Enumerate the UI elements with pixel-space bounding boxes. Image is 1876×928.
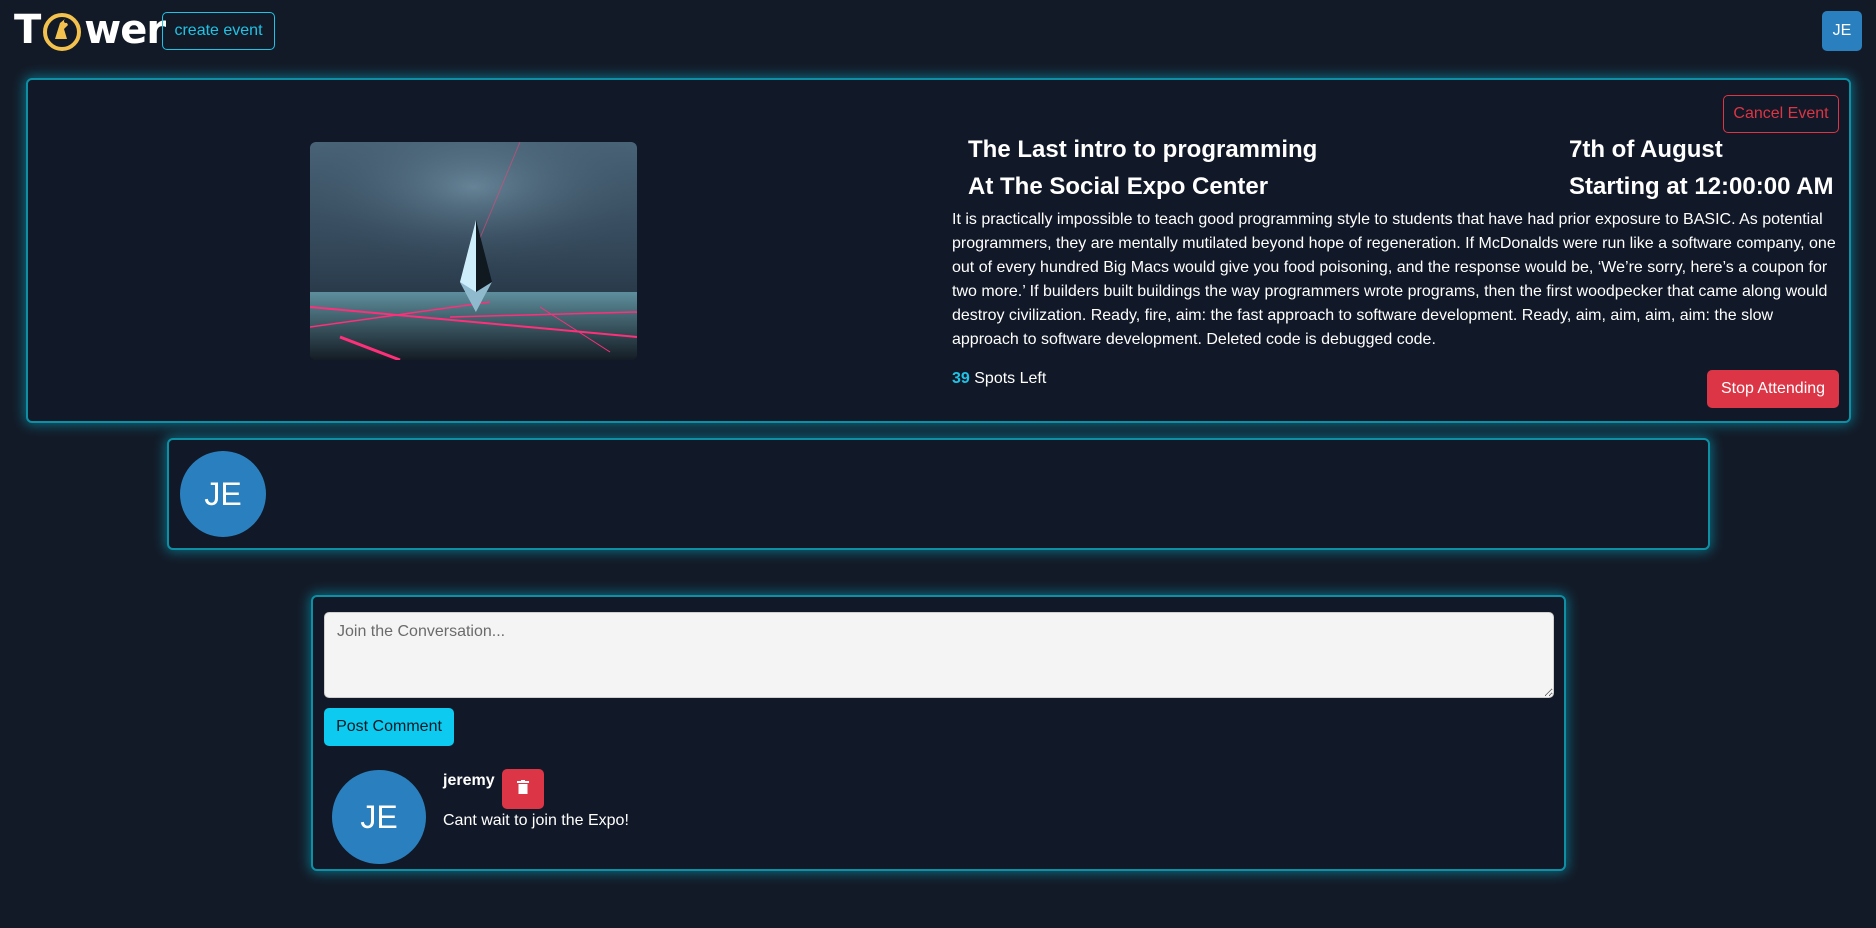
cancel-event-button[interactable]: Cancel Event [1723, 95, 1839, 133]
comment-author-avatar: JE [332, 770, 426, 864]
delete-comment-button[interactable] [502, 769, 544, 809]
comment-input[interactable] [324, 612, 1554, 698]
attendee-avatar: JE [180, 451, 266, 537]
spots-left-count: 39 [952, 370, 970, 387]
logo-emblem-icon [41, 9, 83, 51]
event-details-card: Cancel Event The Last intro to programmi… [26, 78, 1851, 423]
create-event-button[interactable]: create event [162, 12, 275, 50]
nav-user-avatar[interactable]: JE [1822, 11, 1862, 51]
post-comment-button[interactable]: Post Comment [324, 708, 454, 746]
event-start-time: Starting at 12:00:00 AM [1569, 173, 1834, 200]
comments-panel: Post Comment JE jeremy Cant wait to join… [311, 595, 1566, 871]
event-description: It is practically impossible to teach go… [952, 211, 1836, 348]
tower-logo[interactable]: T wer [14, 6, 166, 54]
spots-left-label: Spots Left [974, 370, 1047, 387]
event-title: The Last intro to programming [968, 136, 1318, 163]
stop-attending-button[interactable]: Stop Attending [1707, 370, 1839, 408]
comment-author-name: jeremy [443, 772, 495, 789]
trash-icon [517, 779, 529, 799]
attendees-panel: JE [167, 438, 1710, 550]
logo-text-prefix: T [14, 7, 41, 53]
comment-body: Cant wait to join the Expo! [443, 812, 629, 829]
spots-left: 39 Spots Left [952, 370, 1046, 388]
event-cover-image [310, 142, 637, 360]
event-location: At The Social Expo Center [968, 173, 1269, 200]
navbar: T wer create event JE [0, 0, 1876, 62]
logo-text-suffix: wer [84, 7, 166, 53]
event-date: 7th of August [1569, 136, 1723, 163]
